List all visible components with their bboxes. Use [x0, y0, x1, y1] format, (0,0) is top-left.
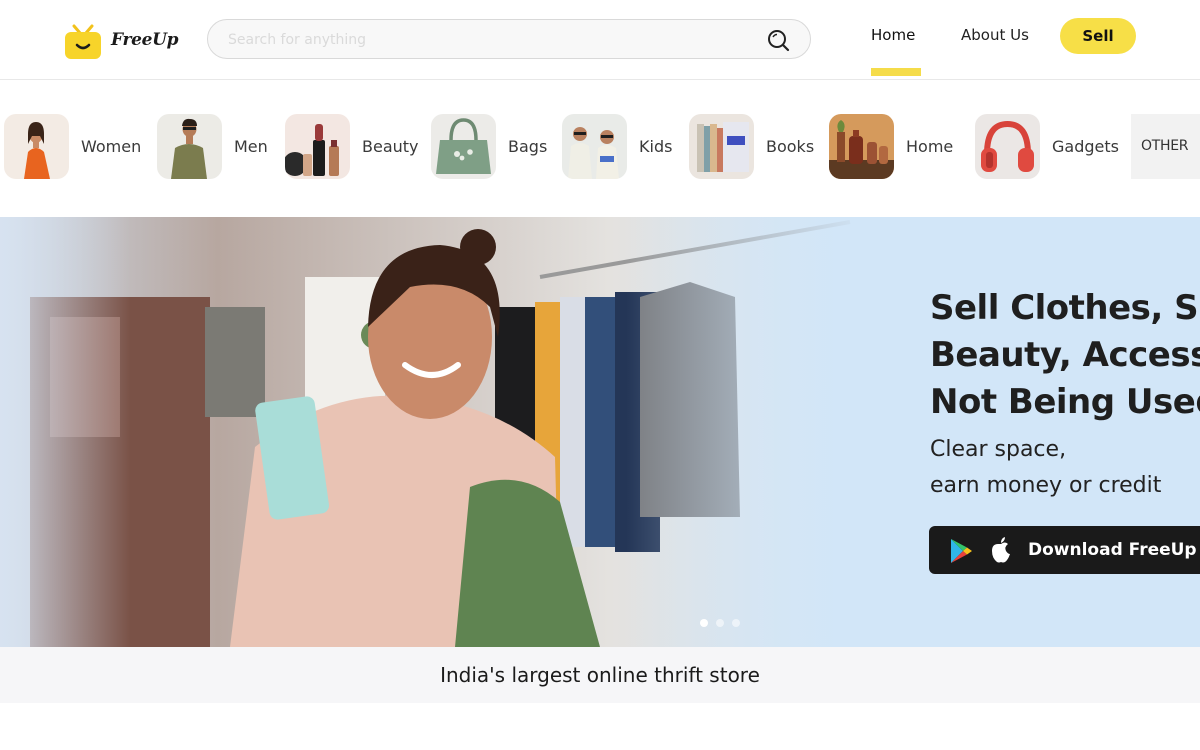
brand-logo[interactable]: FreeUp — [64, 18, 179, 62]
hero-heading-line: Not Being Used — [930, 382, 1200, 422]
google-play-icon — [951, 539, 972, 563]
nav-about-us[interactable]: About Us — [961, 26, 1029, 44]
kids-category-image[interactable] — [562, 114, 627, 179]
category-strip: Women Men Beauty Bags Kids Books Home Ga… — [0, 80, 1200, 217]
kids-category-label[interactable]: Kids — [639, 137, 672, 156]
hero-heading-line: Sell Clothes, Sh — [930, 288, 1200, 328]
home-category-image[interactable] — [829, 114, 894, 179]
bags-category-image[interactable] — [431, 114, 496, 179]
hero-heading: Sell Clothes, Sh Beauty, Access Not Bein… — [930, 285, 1200, 426]
carousel-dot[interactable] — [700, 619, 708, 627]
carousel-dot[interactable] — [732, 619, 740, 627]
hero-subheading-line: Clear space, — [930, 437, 1067, 462]
hero-photo — [0, 217, 870, 647]
hero-subheading: Clear space, earn money or credit — [930, 432, 1161, 504]
gadgets-category-label[interactable]: Gadgets — [1052, 137, 1119, 156]
tagline: India's largest online thrift store — [0, 647, 1200, 703]
hero-banner[interactable]: Sell Clothes, Sh Beauty, Access Not Bein… — [0, 217, 1200, 647]
home-category-label[interactable]: Home — [906, 137, 953, 156]
women-category-image[interactable] — [4, 114, 69, 179]
nav-active-indicator — [871, 68, 921, 76]
apple-icon — [992, 537, 1010, 563]
carousel-dot[interactable] — [716, 619, 724, 627]
download-app-label: Download FreeUp A — [1028, 540, 1200, 560]
women-category-label[interactable]: Women — [81, 137, 141, 156]
search-input[interactable] — [228, 29, 748, 51]
men-category-label[interactable]: Men — [234, 137, 268, 156]
nav-home[interactable]: Home — [871, 26, 915, 44]
beauty-category-image[interactable] — [285, 114, 350, 179]
search-icon[interactable] — [766, 28, 790, 52]
hero-heading-line: Beauty, Access — [930, 335, 1200, 375]
download-app-button[interactable]: Download FreeUp A — [929, 526, 1200, 574]
freeup-logo-icon — [65, 24, 101, 59]
sell-button[interactable]: Sell — [1060, 18, 1136, 54]
header: FreeUp Home About Us Sell — [0, 0, 1200, 80]
search-bar — [207, 19, 811, 59]
bags-category-label[interactable]: Bags — [508, 137, 547, 156]
gadgets-category-image[interactable] — [975, 114, 1040, 179]
hero-subheading-line: earn money or credit — [930, 473, 1162, 498]
brand-name: FreeUp — [111, 30, 179, 50]
books-category-label[interactable]: Books — [766, 137, 814, 156]
beauty-category-label[interactable]: Beauty — [362, 137, 419, 156]
other-category-tile[interactable]: OTHER — [1131, 114, 1200, 179]
men-category-image[interactable] — [157, 114, 222, 179]
books-category-image[interactable] — [689, 114, 754, 179]
